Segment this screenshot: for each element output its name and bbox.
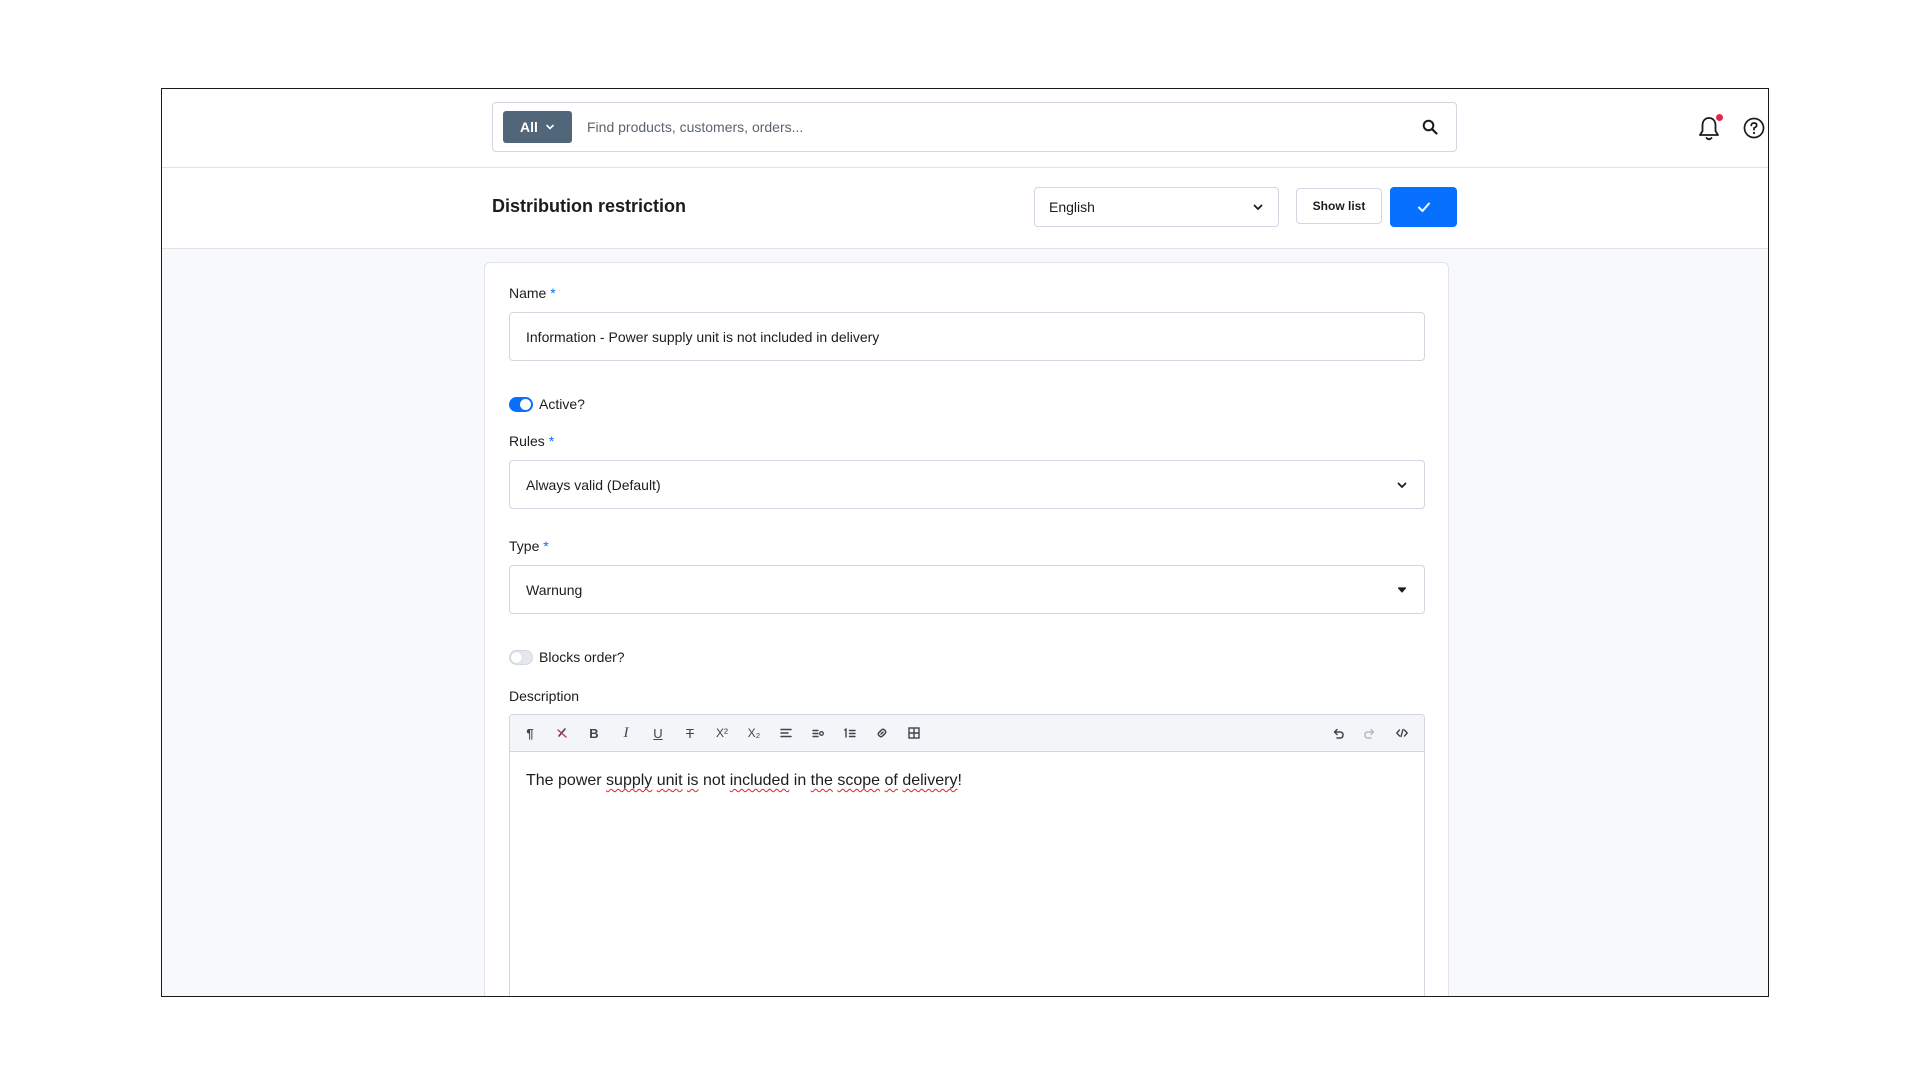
active-toggle[interactable] (509, 396, 533, 412)
table-button[interactable] (904, 723, 924, 743)
remove-format-button[interactable] (552, 723, 572, 743)
link-button[interactable] (872, 723, 892, 743)
blocks-order-toggle[interactable] (509, 649, 533, 665)
misspelled-word: the (810, 772, 833, 789)
chevron-down-icon (1397, 586, 1407, 593)
chevron-down-icon (546, 124, 554, 130)
blocks-order-toggle-row: Blocks order? (509, 649, 625, 665)
description-text: The power (526, 772, 607, 789)
description-editor-content[interactable]: The power supply unit is not included in… (510, 752, 1424, 810)
undo-button[interactable] (1328, 723, 1348, 743)
language-select-value: English (1049, 199, 1095, 215)
chevron-down-icon (1253, 204, 1263, 211)
rules-select-value: Always valid (Default) (526, 476, 661, 493)
description-text: in (789, 772, 811, 789)
misspelled-word: unit (656, 772, 683, 789)
name-label: Name * (509, 285, 556, 301)
description-label: Description (509, 688, 580, 704)
toolbar-history-group (1316, 723, 1412, 743)
help-icon[interactable] (1742, 116, 1766, 140)
table-icon (908, 727, 920, 739)
bullet-list-icon (812, 729, 824, 738)
notifications-bell-icon[interactable] (1697, 114, 1723, 142)
type-label-text: Type (509, 538, 540, 554)
misspelled-word: supply (606, 772, 653, 789)
save-button[interactable] (1390, 187, 1457, 227)
page-header: Distribution restriction English Show li… (162, 168, 1768, 249)
rules-label-text: Rules (509, 433, 545, 449)
type-select[interactable]: Warnung (509, 565, 1425, 614)
name-label-text: Name (509, 285, 547, 301)
bullet-list-button[interactable] (808, 723, 828, 743)
redo-button[interactable] (1360, 723, 1380, 743)
paragraph-button[interactable]: ¶ (520, 723, 540, 743)
required-marker: * (543, 538, 549, 554)
active-toggle-row: Active? (509, 396, 585, 412)
misspelled-word: delivery (902, 772, 958, 789)
notification-dot (1716, 114, 1723, 121)
bold-button[interactable]: B (584, 723, 604, 743)
numbered-list-button[interactable] (840, 723, 860, 743)
form-card: Name * Information - Power supply unit i… (484, 262, 1449, 996)
source-code-button[interactable] (1392, 723, 1412, 743)
type-select-value: Warnung (526, 581, 583, 598)
underline-button[interactable]: U (648, 723, 668, 743)
top-bar: All (162, 89, 1768, 168)
misspelled-word: of (884, 772, 898, 789)
redo-icon (1364, 728, 1375, 739)
numbered-list-icon (844, 728, 856, 738)
language-select[interactable]: English (1034, 187, 1279, 227)
italic-button[interactable]: I (616, 723, 636, 743)
check-icon (1417, 202, 1430, 212)
misspelled-word: scope (837, 772, 881, 789)
misspelled-word: is (687, 772, 699, 789)
global-search: All (492, 102, 1457, 152)
blocks-order-label: Blocks order? (539, 649, 625, 665)
chevron-down-icon (1397, 482, 1407, 488)
search-input[interactable] (587, 119, 1420, 135)
clear-format-icon (557, 728, 567, 738)
page-title: Distribution restriction (492, 196, 687, 216)
rules-select[interactable]: Always valid (Default) (509, 460, 1425, 509)
subscript-button[interactable]: X₂ (744, 723, 764, 743)
search-icon[interactable] (1420, 117, 1440, 137)
align-left-icon (780, 728, 792, 738)
link-icon (877, 728, 887, 738)
description-text: not (698, 772, 730, 789)
description-editor: ¶ B I U T X² X₂ The power supply unit is… (509, 714, 1425, 996)
search-scope-dropdown[interactable]: All (503, 111, 572, 143)
required-marker: * (548, 433, 555, 449)
align-button[interactable] (776, 723, 796, 743)
code-icon (1396, 728, 1408, 738)
type-label: Type * (509, 538, 549, 554)
toggle-knob (520, 398, 531, 410)
rules-label: Rules * (509, 433, 554, 449)
search-scope-label: All (520, 119, 538, 135)
required-marker: * (550, 285, 556, 301)
name-input-value: Information - Power supply unit is not i… (526, 328, 880, 345)
superscript-button[interactable]: X² (712, 723, 732, 743)
toggle-knob (511, 651, 522, 663)
name-input[interactable]: Information - Power supply unit is not i… (509, 312, 1425, 361)
misspelled-word: included (729, 772, 790, 789)
description-text: ! (957, 772, 962, 789)
app-window: All Distribution restriction English Sho… (161, 88, 1769, 997)
editor-toolbar: ¶ B I U T X² X₂ (510, 715, 1424, 752)
show-list-button[interactable]: Show list (1296, 188, 1382, 224)
active-label: Active? (539, 396, 585, 412)
strikethrough-button[interactable]: T (680, 723, 700, 743)
undo-icon (1333, 728, 1344, 739)
